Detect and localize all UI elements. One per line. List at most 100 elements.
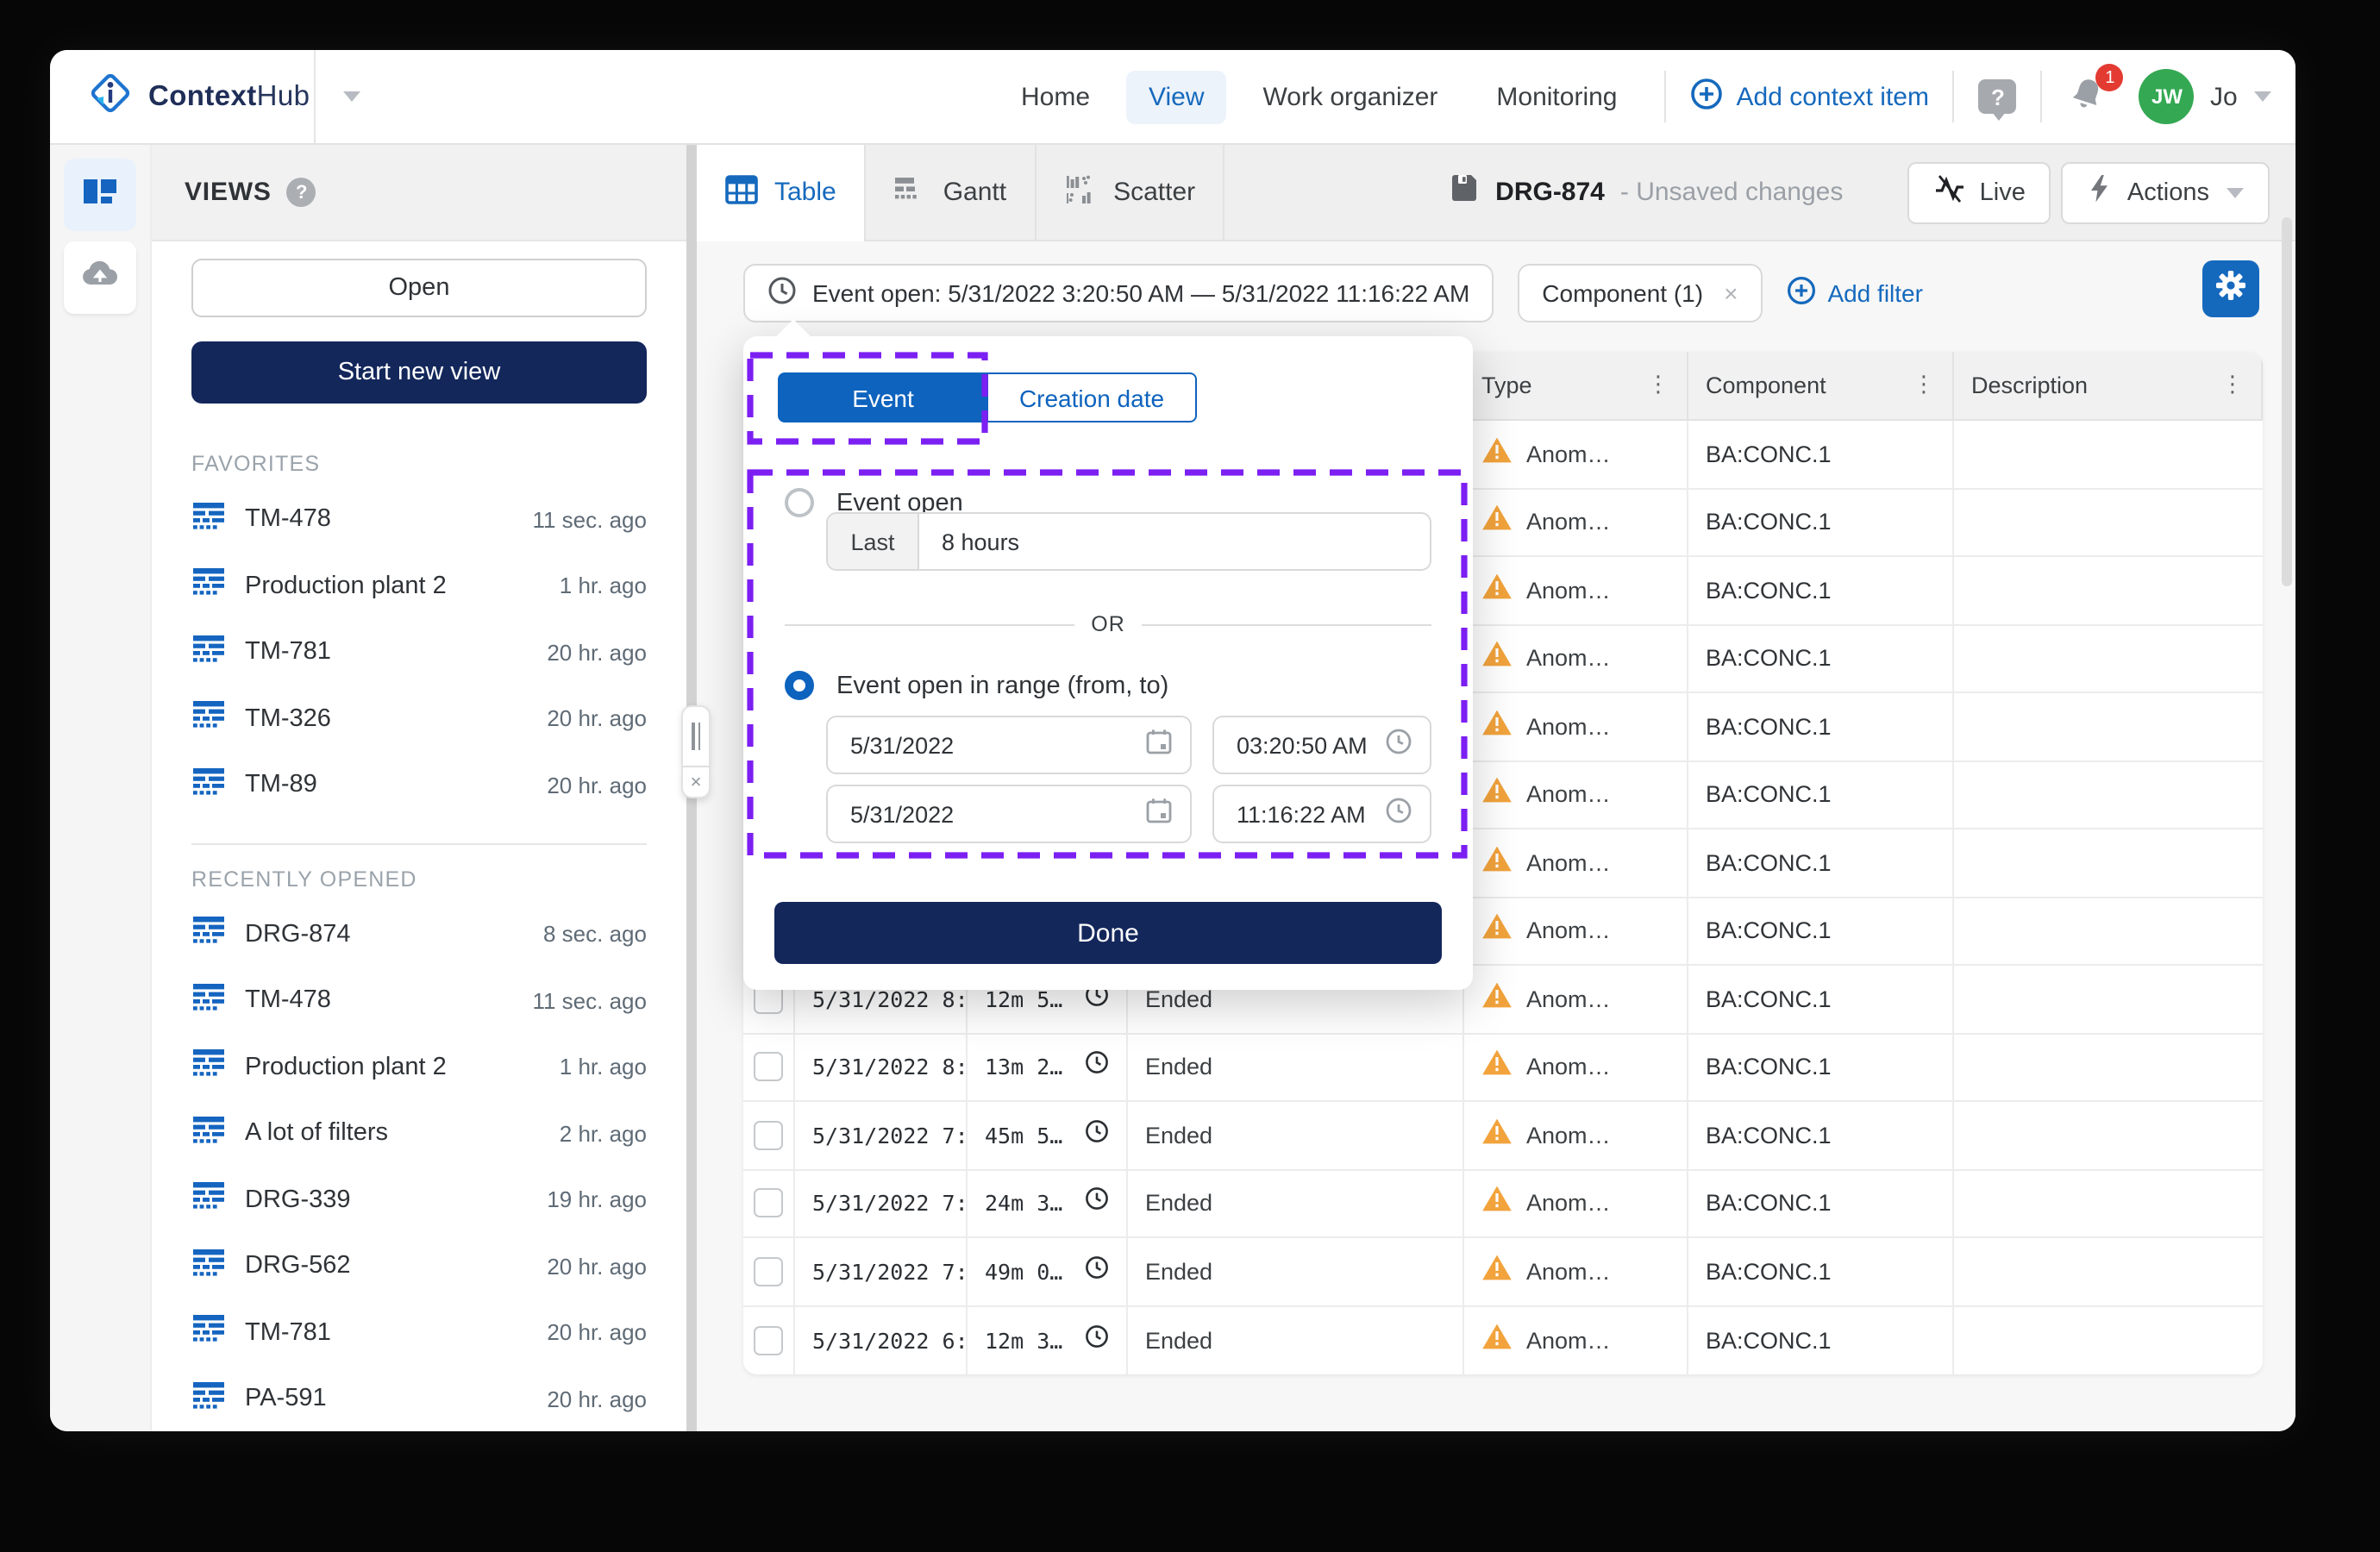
splitter-drag-handle[interactable] <box>681 705 711 767</box>
tab-table[interactable]: Table <box>697 144 866 241</box>
radio-checked-icon[interactable] <box>785 671 814 700</box>
table-row[interactable]: 5/31/2022 8:06… 13m 2… Ended Anom… BA:CO… <box>743 1034 2263 1102</box>
add-context-item-button[interactable]: Add context item <box>1690 77 1929 116</box>
recent-item[interactable]: DRG-339 19 hr. ago <box>191 1167 647 1233</box>
splitter-close-icon[interactable]: × <box>681 767 711 798</box>
favorite-item[interactable]: TM-478 11 sec. ago <box>191 486 647 553</box>
recent-item[interactable]: DRG-562 20 hr. ago <box>191 1233 647 1299</box>
calendar-icon[interactable] <box>1145 727 1173 763</box>
recent-item[interactable]: TM-781 20 hr. ago <box>191 1299 647 1366</box>
event-open-filter-chip[interactable]: Event open: 5/31/2022 3:20:50 AM — 5/31/… <box>743 264 1494 322</box>
event-component: BA:CONC.1 <box>1706 1123 1832 1148</box>
row-checkbox[interactable] <box>754 1326 783 1355</box>
event-open-date: 5/31/2022 7:07… <box>812 1123 968 1148</box>
to-time-input[interactable]: 11:16:22 AM <box>1212 785 1431 843</box>
event-type: Anom… <box>1526 578 1611 604</box>
recent-item[interactable]: Production plant 2 1 hr. ago <box>191 1034 647 1100</box>
view-table-icon <box>191 1378 226 1421</box>
column-menu-icon[interactable]: ⋮ <box>2221 372 2244 398</box>
view-actions: Live Actions <box>1907 161 2295 223</box>
warning-icon <box>1481 1117 1513 1154</box>
sidebar-splitter[interactable]: × <box>681 705 711 798</box>
nav-home[interactable]: Home <box>999 70 1112 123</box>
event-type: Anom… <box>1526 1191 1611 1217</box>
radio-unchecked-icon[interactable] <box>785 488 814 517</box>
or-divider: OR <box>785 609 1431 640</box>
table-row[interactable]: 5/31/2022 7:07… 45m 5… Ended Anom… BA:CO… <box>743 1102 2263 1170</box>
row-checkbox[interactable] <box>754 1053 783 1082</box>
tab-scatter[interactable]: Scatter <box>1036 144 1224 241</box>
event-component: BA:CONC.1 <box>1706 918 1832 944</box>
clock-icon[interactable] <box>1385 796 1412 832</box>
from-date-value: 5/31/2022 <box>850 732 954 758</box>
favorite-item[interactable]: TM-781 20 hr. ago <box>191 619 647 685</box>
view-tabs-bar: Table Gantt <box>697 145 2295 241</box>
from-time-input[interactable]: 03:20:50 AM <box>1212 716 1431 774</box>
clock-icon[interactable] <box>1385 727 1412 763</box>
remove-filter-icon[interactable]: × <box>1724 279 1738 307</box>
popup-tab-creation-date[interactable]: Creation date <box>988 372 1197 422</box>
table-row[interactable]: 5/31/2022 7:06… 24m 3… Ended Anom… BA:CO… <box>743 1170 2263 1238</box>
table-row[interactable]: 5/31/2022 7:05… 49m 0… Ended Anom… BA:CO… <box>743 1238 2263 1306</box>
table-settings-button[interactable] <box>2202 260 2259 317</box>
favorite-item[interactable]: TM-89 20 hr. ago <box>191 752 647 818</box>
brand-bold: Context <box>148 80 257 111</box>
recent-item[interactable]: TM-478 11 sec. ago <box>191 967 647 1034</box>
column-header-component[interactable]: Component ⋮ <box>1688 352 1954 419</box>
user-name[interactable]: Jo <box>2210 82 2238 111</box>
brand-chevron-down-icon[interactable] <box>342 91 360 102</box>
views-help-icon[interactable]: ? <box>287 178 316 207</box>
add-filter-button[interactable]: Add filter <box>1786 276 1923 310</box>
plus-circle-icon <box>1690 77 1723 116</box>
row-checkbox[interactable] <box>754 1257 783 1286</box>
rail-views-button[interactable] <box>64 159 136 231</box>
popup-tab-event[interactable]: Event <box>778 372 988 422</box>
last-duration-input[interactable]: Last 8 hours <box>826 512 1431 571</box>
done-button[interactable]: Done <box>774 902 1442 964</box>
recent-item[interactable]: A lot of filters 2 hr. ago <box>191 1100 647 1167</box>
brand[interactable]: ContextHub <box>50 50 316 143</box>
rail-upload-button[interactable] <box>64 241 136 314</box>
user-menu-chevron-down-icon[interactable] <box>2255 91 2272 102</box>
event-type: Anom… <box>1526 1123 1611 1148</box>
avatar[interactable]: JW <box>2139 69 2195 124</box>
live-button[interactable]: Live <box>1907 161 2051 223</box>
warning-icon <box>1481 709 1513 745</box>
table-scrollbar[interactable] <box>2282 217 2292 586</box>
notifications-bell-icon[interactable]: 1 <box>2067 74 2112 119</box>
start-new-view-button[interactable]: Start new view <box>191 341 647 404</box>
tab-gantt[interactable]: Gantt <box>866 144 1036 241</box>
view-name: DRG-874 <box>1495 178 1605 207</box>
component-filter-chip[interactable]: Component (1) × <box>1518 264 1762 322</box>
favorite-item[interactable]: TM-326 20 hr. ago <box>191 685 647 752</box>
nav-view[interactable]: View <box>1126 70 1227 123</box>
event-open-range-radio-row[interactable]: Event open in range (from, to) <box>785 671 1168 700</box>
favorite-item[interactable]: Production plant 2 1 hr. ago <box>191 553 647 619</box>
row-checkbox[interactable] <box>754 1121 783 1150</box>
column-header-description[interactable]: Description ⋮ <box>1954 352 2263 419</box>
screenshot-stage: ContextHub Home View Work organizer Moni… <box>0 0 2380 1552</box>
nav-monitoring[interactable]: Monitoring <box>1474 70 1639 123</box>
nav-work-organizer[interactable]: Work organizer <box>1241 70 1461 123</box>
recent-time: 19 hr. ago <box>547 1187 647 1213</box>
calendar-icon[interactable] <box>1145 796 1173 832</box>
table-row[interactable]: 5/31/2022 6:38… 12m 3… Ended Anom… BA:CO… <box>743 1306 2263 1374</box>
column-header-type[interactable]: Type ⋮ <box>1464 352 1688 419</box>
recent-item[interactable]: PA-591 20 hr. ago <box>191 1366 647 1431</box>
column-menu-icon[interactable]: ⋮ <box>1647 372 1669 398</box>
recent-item[interactable]: DRG-874 8 sec. ago <box>191 901 647 967</box>
actions-button[interactable]: Actions <box>2062 161 2270 223</box>
open-view-button[interactable]: Open <box>191 259 647 317</box>
from-date-input[interactable]: 5/31/2022 <box>826 716 1192 774</box>
to-date-input[interactable]: 5/31/2022 <box>826 785 1192 843</box>
brand-name: ContextHub <box>148 80 310 113</box>
favorite-name: TM-781 <box>245 639 528 666</box>
help-icon[interactable]: ? <box>1979 79 2017 114</box>
recent-time: 20 hr. ago <box>547 1254 647 1280</box>
event-type: Anom… <box>1526 1259 1611 1285</box>
favorite-time: 20 hr. ago <box>547 640 647 666</box>
tab-table-label: Table <box>774 178 836 207</box>
save-icon[interactable] <box>1449 172 1480 212</box>
column-menu-icon[interactable]: ⋮ <box>1913 372 1935 398</box>
row-checkbox[interactable] <box>754 1189 783 1218</box>
